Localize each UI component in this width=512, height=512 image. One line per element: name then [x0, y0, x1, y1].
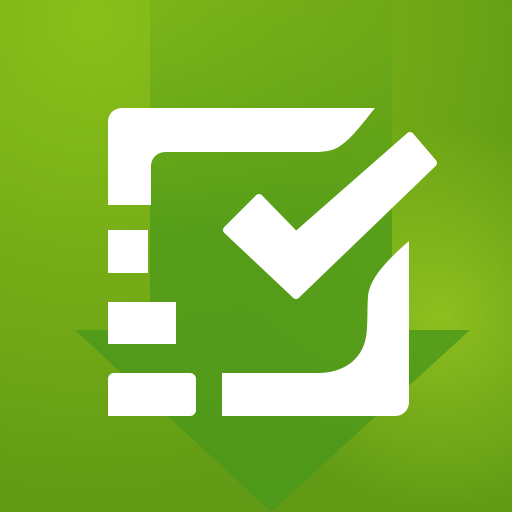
list-line-icon	[108, 302, 176, 344]
checklist-icon-artwork	[0, 0, 512, 512]
list-line-icon	[108, 396, 128, 416]
app-icon	[0, 0, 512, 512]
list-line-icon	[108, 230, 148, 273]
